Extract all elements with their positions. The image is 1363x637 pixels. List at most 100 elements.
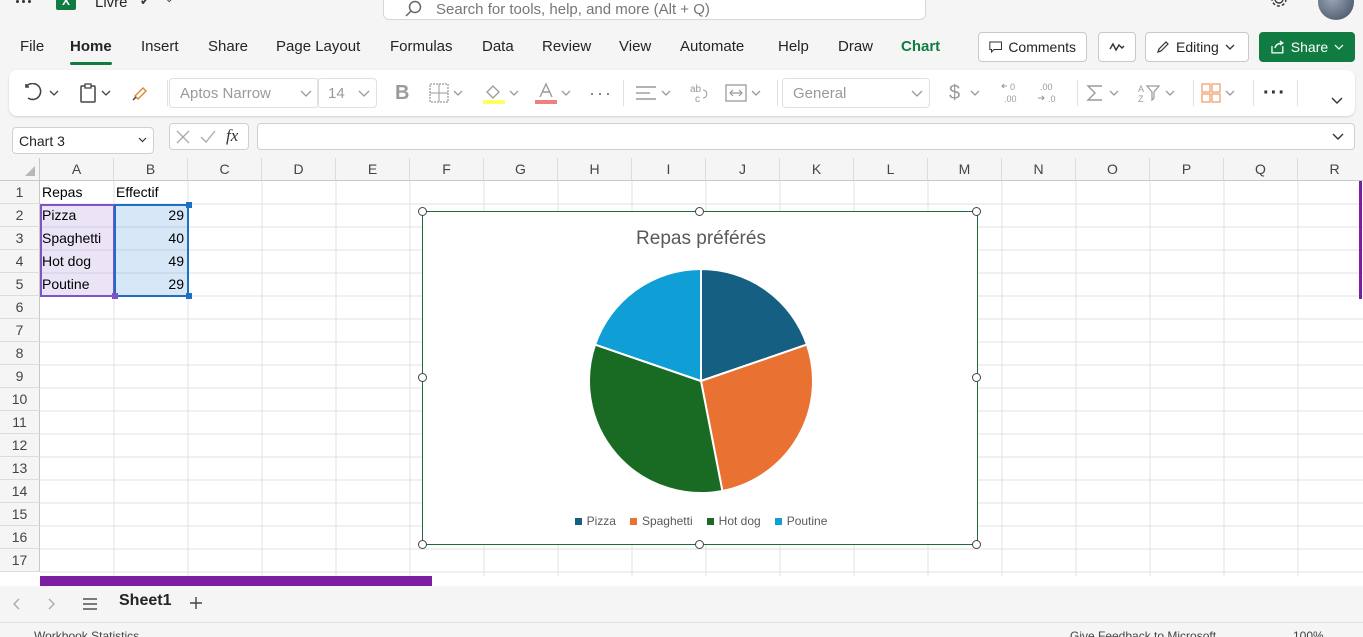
merge-button[interactable] bbox=[725, 78, 761, 108]
search-box[interactable]: Search for tools, help, and more (Alt + … bbox=[383, 0, 926, 20]
wrap-text-button[interactable]: ab c bbox=[689, 78, 711, 108]
row-header-15[interactable]: 15 bbox=[0, 503, 40, 526]
column-header-c[interactable]: C bbox=[188, 158, 262, 181]
more-font-options-button[interactable]: ··· bbox=[589, 78, 613, 108]
column-header-g[interactable]: G bbox=[484, 158, 558, 181]
resize-handle[interactable] bbox=[186, 202, 192, 208]
row-header-16[interactable]: 16 bbox=[0, 526, 40, 549]
feedback-link[interactable]: Give Feedback to Microsoft bbox=[1070, 629, 1216, 637]
column-header-b[interactable]: B bbox=[114, 158, 188, 181]
column-header-j[interactable]: J bbox=[706, 158, 780, 181]
bold-button[interactable]: B bbox=[395, 78, 409, 108]
resize-handle[interactable] bbox=[186, 293, 192, 299]
more-options-button[interactable]: ··· bbox=[1263, 78, 1286, 108]
row-header-9[interactable]: 9 bbox=[0, 365, 40, 388]
column-header-n[interactable]: N bbox=[1002, 158, 1076, 181]
chart-resize-handle[interactable] bbox=[972, 207, 981, 216]
column-header-r[interactable]: R bbox=[1298, 158, 1363, 181]
app-launcher-icon[interactable] bbox=[16, 0, 34, 8]
borders-button[interactable] bbox=[429, 78, 463, 108]
undo-button[interactable] bbox=[23, 78, 59, 108]
font-size-select[interactable]: 14 bbox=[317, 78, 377, 108]
column-header-k[interactable]: K bbox=[780, 158, 854, 181]
column-header-d[interactable]: D bbox=[262, 158, 336, 181]
column-header-a[interactable]: A bbox=[40, 158, 114, 181]
tab-home[interactable]: Home bbox=[70, 38, 112, 65]
all-sheets-icon[interactable] bbox=[82, 598, 98, 610]
row-header-14[interactable]: 14 bbox=[0, 480, 40, 503]
chart-resize-handle[interactable] bbox=[418, 540, 427, 549]
fill-color-button[interactable] bbox=[483, 78, 519, 108]
row-header-1[interactable]: 1 bbox=[0, 181, 40, 204]
cell-a5[interactable]: Poutine bbox=[40, 273, 114, 295]
legend-item-poutine[interactable]: Poutine bbox=[774, 514, 827, 528]
row-header-5[interactable]: 5 bbox=[0, 273, 40, 296]
font-color-button[interactable] bbox=[535, 78, 571, 108]
column-header-m[interactable]: M bbox=[928, 158, 1002, 181]
increase-decimal-button[interactable]: .00.0 bbox=[1037, 78, 1061, 108]
legend-item-pizza[interactable]: Pizza bbox=[574, 514, 616, 528]
currency-button[interactable]: $ bbox=[949, 78, 980, 108]
decrease-decimal-button[interactable]: 0.00 bbox=[1001, 78, 1025, 108]
formula-input[interactable] bbox=[257, 123, 1355, 150]
column-header-e[interactable]: E bbox=[336, 158, 410, 181]
cell-b1[interactable]: Effectif bbox=[114, 181, 188, 203]
tab-insert[interactable]: Insert bbox=[141, 38, 179, 55]
expand-ribbon-button[interactable] bbox=[1331, 86, 1343, 116]
horizontal-scrollbar[interactable] bbox=[40, 576, 432, 586]
chart-resize-handle[interactable] bbox=[418, 207, 427, 216]
column-header-l[interactable]: L bbox=[854, 158, 928, 181]
chart-resize-handle[interactable] bbox=[972, 540, 981, 549]
number-format-select[interactable]: General bbox=[782, 78, 930, 108]
tab-help[interactable]: Help bbox=[778, 38, 809, 55]
gear-icon[interactable] bbox=[1268, 0, 1290, 12]
tab-draw[interactable]: Draw bbox=[838, 38, 873, 55]
cell-a2[interactable]: Pizza bbox=[40, 204, 114, 226]
column-header-p[interactable]: P bbox=[1150, 158, 1224, 181]
catch-up-button[interactable] bbox=[1098, 32, 1136, 62]
cancel-icon[interactable] bbox=[176, 130, 190, 144]
row-header-3[interactable]: 3 bbox=[0, 227, 40, 250]
cell-b4[interactable]: 49 bbox=[114, 250, 188, 272]
vertical-scroll-indicator[interactable] bbox=[1359, 181, 1362, 299]
share-button[interactable]: Share bbox=[1259, 32, 1355, 62]
font-name-select[interactable]: Aptos Narrow bbox=[169, 78, 319, 108]
comments-button[interactable]: Comments bbox=[978, 32, 1087, 62]
sheet-tab-sheet1[interactable]: Sheet1 bbox=[119, 592, 172, 625]
paste-button[interactable] bbox=[79, 78, 111, 108]
sort-filter-button[interactable]: AZ bbox=[1137, 78, 1175, 108]
chevron-down-icon[interactable] bbox=[1332, 133, 1344, 141]
select-all-corner[interactable] bbox=[0, 158, 40, 181]
column-header-h[interactable]: H bbox=[558, 158, 632, 181]
checkmark-icon[interactable] bbox=[200, 130, 216, 144]
document-name[interactable]: Livre bbox=[95, 0, 128, 11]
cell-b3[interactable]: 40 bbox=[114, 227, 188, 249]
row-header-12[interactable]: 12 bbox=[0, 434, 40, 457]
chart-resize-handle[interactable] bbox=[695, 207, 704, 216]
tab-file[interactable]: File bbox=[20, 38, 44, 55]
tab-data[interactable]: Data bbox=[482, 38, 514, 55]
column-header-o[interactable]: O bbox=[1076, 158, 1150, 181]
chevron-left-icon[interactable] bbox=[12, 598, 20, 610]
row-header-10[interactable]: 10 bbox=[0, 388, 40, 411]
tab-page-layout[interactable]: Page Layout bbox=[276, 38, 360, 55]
cell-b5[interactable]: 29 bbox=[114, 273, 188, 295]
row-header-7[interactable]: 7 bbox=[0, 319, 40, 342]
editing-mode-button[interactable]: Editing bbox=[1145, 32, 1249, 62]
resize-handle[interactable] bbox=[112, 293, 118, 299]
column-header-q[interactable]: Q bbox=[1224, 158, 1298, 181]
row-header-8[interactable]: 8 bbox=[0, 342, 40, 365]
zoom-level[interactable]: 100% bbox=[1293, 629, 1324, 637]
row-header-11[interactable]: 11 bbox=[0, 411, 40, 434]
avatar[interactable] bbox=[1318, 0, 1354, 20]
cell-a4[interactable]: Hot dog bbox=[40, 250, 114, 272]
pie-chart-plot[interactable] bbox=[423, 212, 979, 546]
search-input[interactable]: Search for tools, help, and more (Alt + … bbox=[436, 1, 710, 18]
chart-resize-handle[interactable] bbox=[418, 373, 427, 382]
row-header-4[interactable]: 4 bbox=[0, 250, 40, 273]
insert-function-button[interactable]: fx bbox=[226, 126, 238, 146]
row-header-13[interactable]: 13 bbox=[0, 457, 40, 480]
cell-styles-button[interactable] bbox=[1201, 78, 1235, 108]
row-header-6[interactable]: 6 bbox=[0, 296, 40, 319]
cell-b2[interactable]: 29 bbox=[114, 204, 188, 226]
